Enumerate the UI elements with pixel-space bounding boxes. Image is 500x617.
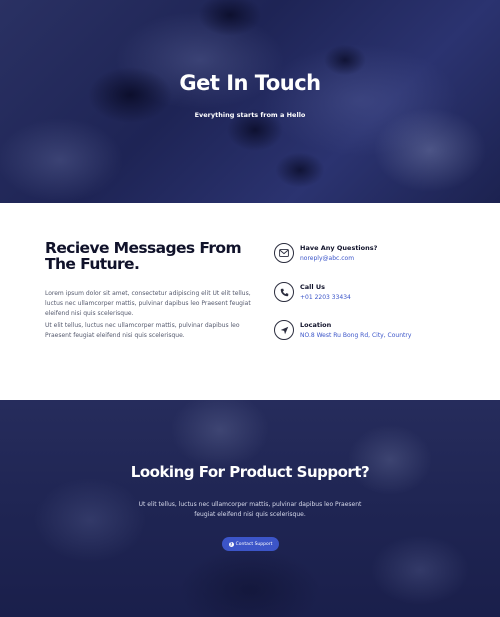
mail-icon	[274, 243, 294, 263]
support-title: Looking For Product Support?	[130, 463, 370, 481]
contact-phone-link[interactable]: +01 2203 33434	[300, 294, 351, 301]
messages-paragraph: Lorem ipsum dolor sit amet, consectetur …	[45, 290, 251, 317]
contact-item-questions: Have Any Questions? noreply@abc.com	[274, 243, 474, 267]
contact-address-link[interactable]: NO.8 West Ru Bong Rd, City, Country	[300, 332, 411, 339]
contact-item-location: Location NO.8 West Ru Bong Rd, City, Cou…	[274, 320, 474, 344]
location-arrow-icon	[274, 320, 294, 340]
contact-email-link[interactable]: noreply@abc.com	[300, 255, 354, 262]
contact-title: Location	[300, 321, 332, 329]
messages-heading: Recieve Messages From The Future.	[45, 239, 242, 273]
messages-paragraph: Ut elit tellus, luctus nec ullamcorper m…	[45, 322, 240, 339]
contact-support-label: Contact Support	[235, 541, 273, 547]
contact-support-button[interactable]: ? Contact Support	[222, 537, 279, 551]
contact-title: Call Us	[300, 283, 326, 291]
support-text: Ut elit tellus, luctus nec ullamcorper m…	[138, 501, 362, 518]
hero-subtitle: Everything starts from a Hello	[194, 111, 306, 119]
contact-item-call: Call Us +01 2203 33434	[274, 282, 474, 306]
support-section: Looking For Product Support? Ut elit tel…	[0, 400, 500, 617]
hero-title: Get In Touch	[179, 71, 321, 95]
question-circle-icon: ?	[228, 541, 234, 547]
contact-title: Have Any Questions?	[300, 244, 378, 252]
hero-section: Get In Touch Everything starts from a He…	[0, 0, 500, 203]
messages-section: Recieve Messages From The Future. Lorem …	[0, 203, 500, 400]
phone-icon	[274, 282, 294, 302]
